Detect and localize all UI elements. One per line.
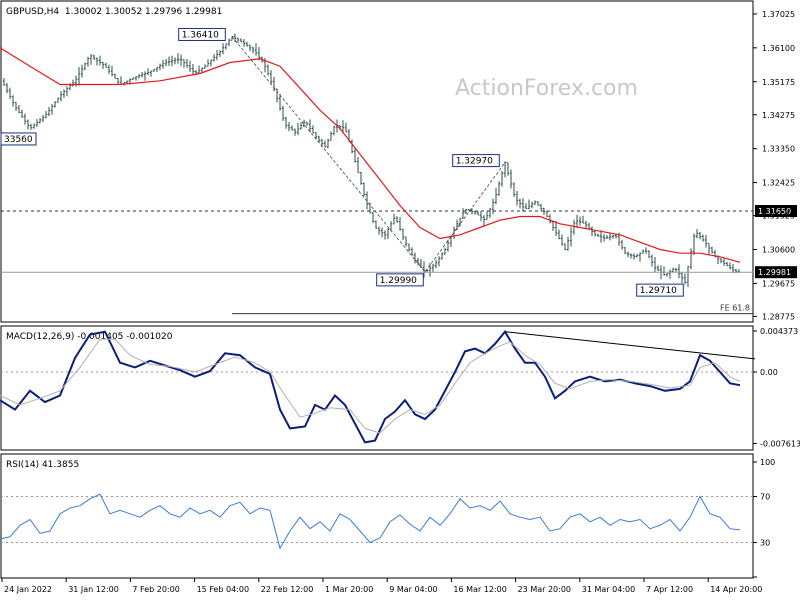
price-y-tick-label: 1.35175 [762, 78, 795, 87]
rsi-panel-title: RSI(14) 41.3855 [6, 460, 79, 470]
x-tick-label: 22 Feb 12:00 [261, 585, 313, 594]
x-tick-label: 7 Apr 12:00 [646, 585, 693, 594]
rsi-y-tick-label: 30 [760, 539, 770, 548]
price-y-tick-label: 1.37025 [762, 10, 795, 19]
chart-root: ActionForex.com GBPUSD,H4 1.30002 1.3005… [0, 0, 800, 600]
swing-label: 1.29990 [380, 276, 417, 286]
x-tick-label: 7 Feb 20:00 [132, 585, 179, 594]
macd-panel-frame [0, 325, 754, 451]
x-tick-label: 1 Mar 20:00 [325, 585, 373, 594]
fe-label: FE 61.8 [720, 304, 750, 313]
swing-label: 1.32970 [456, 157, 493, 167]
price-panel-title: GBPUSD,H4 1.30002 1.30052 1.29796 1.2998… [6, 7, 222, 17]
rsi-axis: 100 70 30 [753, 458, 775, 578]
x-tick-label: 23 Mar 20:00 [518, 585, 571, 594]
rsi-y-tick-label: 100 [760, 458, 775, 467]
swing-label: 1.36410 [182, 30, 219, 40]
price-y-tick-label: 1.34275 [762, 111, 795, 120]
price-y-tick-label: 1.32425 [762, 179, 795, 188]
swing-label: 1.29710 [640, 286, 677, 296]
macd-y-tick-label: 0.00 [760, 368, 778, 377]
macd-y-tick-label: -0.007613 [760, 439, 800, 448]
x-tick-label: 14 Apr 20:00 [710, 585, 762, 594]
swing-label: 33560 [4, 135, 33, 145]
price-y-tick-label: 1.31525 [762, 212, 795, 221]
price-y-tick-label: 1.29675 [762, 279, 795, 288]
macd-y-tick-label: 0.004373 [760, 327, 798, 336]
price-y-tick-label: 1.30600 [762, 246, 795, 255]
x-tick-label: 15 Feb 04:00 [197, 585, 249, 594]
chart-svg: ActionForex.com GBPUSD,H4 1.30002 1.3005… [0, 0, 800, 594]
x-tick-label: 31 Jan 12:00 [68, 585, 119, 594]
level-label: 1.29981 [758, 268, 791, 277]
price-y-tick-label: 1.36100 [762, 44, 795, 53]
x-tick-label: 31 Mar 04:00 [582, 585, 635, 594]
price-y-tick-label: 1.28775 [762, 312, 795, 321]
x-tick-label: 24 Jan 2022 [4, 585, 52, 594]
rsi-panel-frame [0, 453, 754, 579]
watermark: ActionForex.com [455, 76, 638, 101]
rsi-y-tick-label: 70 [760, 493, 770, 502]
x-tick-label: 9 Mar 04:00 [389, 585, 437, 594]
x-axis: 24 Jan 2022 31 Jan 12:00 7 Feb 20:00 15 Feb… [1, 578, 762, 594]
price-y-tick-label: 1.33350 [762, 145, 795, 154]
macd-axis: 0.004373 0.00 -0.007613 [753, 327, 800, 448]
x-tick-label: 16 Mar 12:00 [453, 585, 506, 594]
